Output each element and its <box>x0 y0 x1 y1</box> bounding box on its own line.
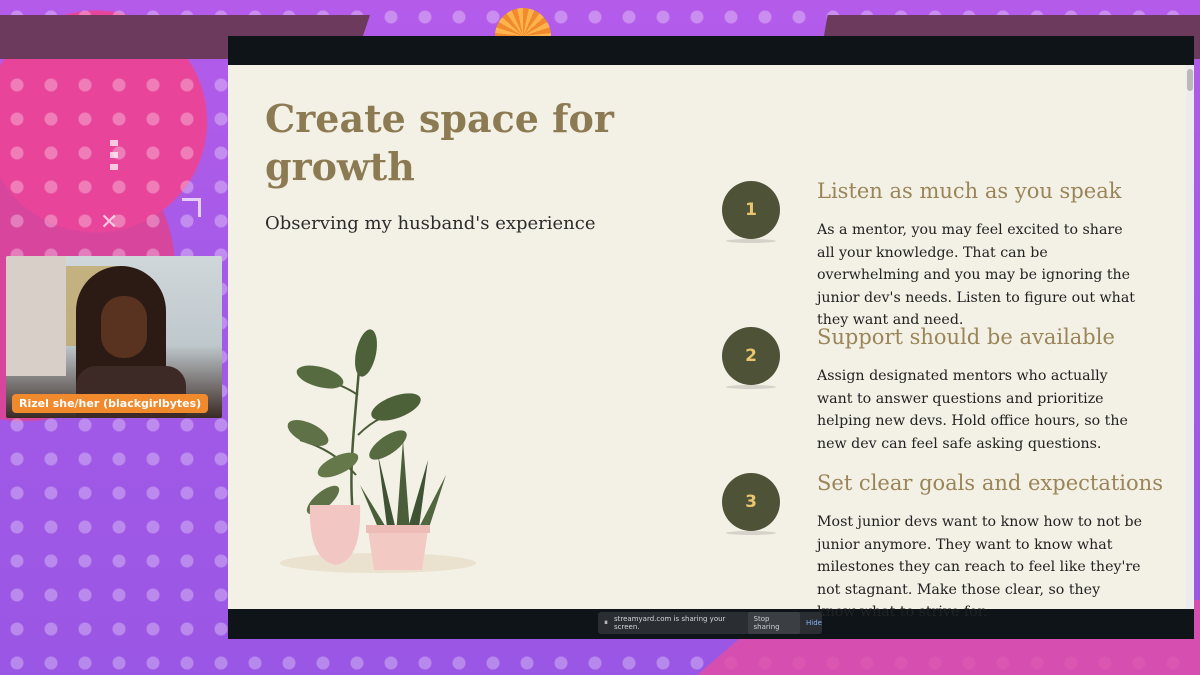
step-2-number: 2 <box>722 327 780 389</box>
webcam-feed: Rizel she/her (blackgirlbytes) <box>6 256 222 418</box>
stop-sharing-button[interactable]: Stop sharing <box>747 612 801 634</box>
decorative-corner <box>182 198 201 217</box>
step-1-body: As a mentor, you may feel excited to sha… <box>817 222 1135 329</box>
step-3-heading: Set clear goals and expectations <box>817 471 1163 495</box>
step-1-heading: Listen as much as you speak <box>817 179 1122 203</box>
step-3-body: Most junior devs want to know how to not… <box>817 514 1142 621</box>
step-2-body: Assign designated mentors who actually w… <box>817 368 1128 452</box>
scrollbar-thumb[interactable] <box>1187 69 1193 91</box>
step-1-number: 1 <box>722 181 780 243</box>
hide-button[interactable]: Hide <box>806 619 822 627</box>
potted-plants-illustration <box>280 329 476 573</box>
speaker-face <box>101 296 147 358</box>
pause-icon: ⏸ <box>604 618 608 627</box>
decorative-bars <box>110 140 118 176</box>
share-message: streamyard.com is sharing your screen. <box>614 615 726 631</box>
step-2-heading: Support should be available <box>817 325 1115 349</box>
step-3-number: 3 <box>722 473 780 535</box>
decorative-cross-icon: ✕ <box>100 210 119 235</box>
screen-share-bar: ⏸ streamyard.com is sharing your screen.… <box>598 612 822 634</box>
shared-screen: Create space for growth Observing my hus… <box>228 36 1194 639</box>
speaker-name-tag: Rizel she/her (blackgirlbytes) <box>12 394 209 413</box>
presentation-slide: Create space for growth Observing my hus… <box>228 65 1194 620</box>
slide-scrollbar[interactable] <box>1186 65 1194 609</box>
cam-background-wall <box>6 256 66 376</box>
slide-title: Create space for growth <box>265 96 614 189</box>
slide-subtitle: Observing my husband's experience <box>265 213 596 234</box>
